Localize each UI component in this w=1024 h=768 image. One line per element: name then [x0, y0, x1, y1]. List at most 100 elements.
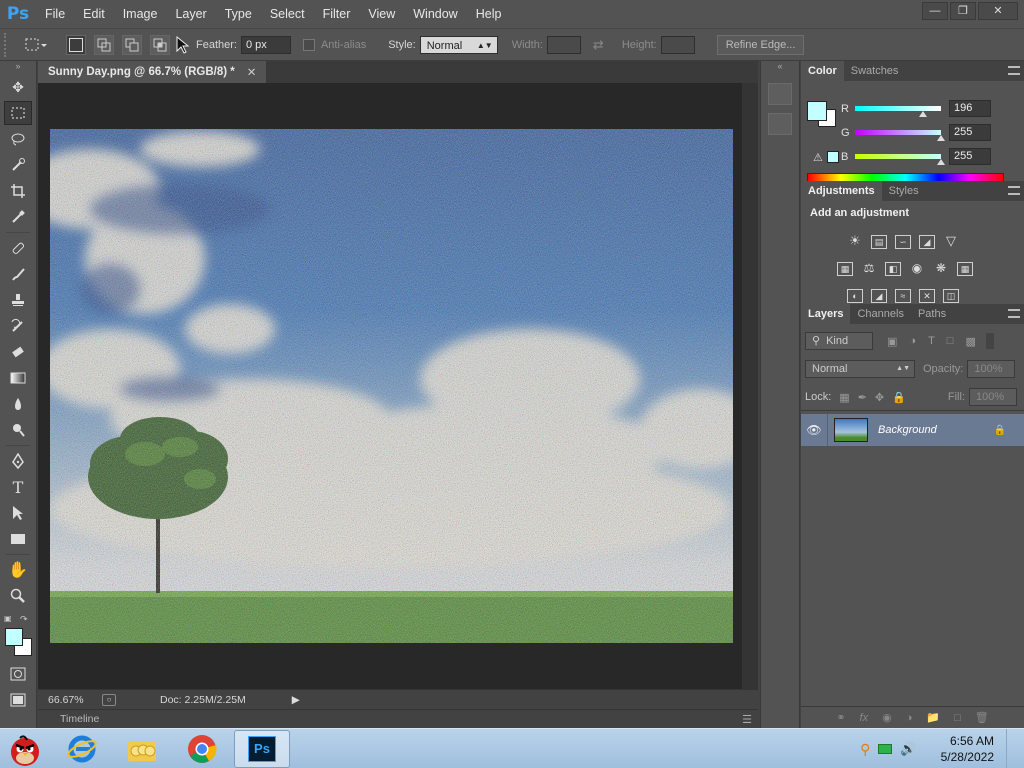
add-mask-icon[interactable]: ◉ — [882, 711, 892, 724]
green-value[interactable]: 255 — [949, 124, 991, 141]
network-tray-icon[interactable] — [878, 744, 893, 754]
exposure-icon[interactable]: ◢ — [919, 235, 935, 249]
out-of-gamut-warning-icon[interactable]: ⚠ — [813, 151, 823, 164]
black-white-icon[interactable]: ◧ — [885, 262, 901, 276]
clock[interactable]: 6:56 AM 5/28/2022 — [941, 733, 994, 765]
tab-paths[interactable]: Paths — [911, 304, 953, 324]
lock-all-icon[interactable]: 🔒 — [892, 391, 906, 404]
red-slider-thumb[interactable] — [919, 111, 927, 117]
tab-styles[interactable]: Styles — [882, 181, 926, 201]
type-tool-icon[interactable]: T — [4, 475, 32, 499]
new-layer-icon[interactable]: □ — [954, 712, 961, 724]
threshold-icon[interactable]: ≈ — [895, 289, 911, 303]
levels-icon[interactable]: ▤ — [871, 235, 887, 249]
hand-tool-icon[interactable]: ✋ — [4, 558, 32, 582]
menu-file[interactable]: File — [36, 0, 74, 28]
quick-mask-icon[interactable] — [4, 662, 32, 686]
layer-style-fx-icon[interactable]: fx — [860, 712, 869, 724]
tab-layers[interactable]: Layers — [801, 304, 851, 324]
swap-dimensions-icon[interactable]: ⇄ — [593, 37, 604, 53]
menu-layer[interactable]: Layer — [166, 0, 215, 28]
menu-edit[interactable]: Edit — [74, 0, 114, 28]
subtract-selection-icon[interactable] — [122, 34, 142, 55]
blue-value[interactable]: 255 — [949, 148, 991, 165]
type-layer-filter-icon[interactable]: T — [928, 335, 935, 347]
height-input[interactable] — [660, 35, 695, 54]
volume-icon[interactable]: 🔊 — [900, 741, 916, 757]
layer-kind-filter[interactable]: ⚲ Kind — [805, 332, 873, 350]
posterize-icon[interactable]: ◢ — [871, 289, 887, 303]
crop-tool-icon[interactable] — [4, 179, 32, 203]
delete-layer-icon[interactable]: 🗑 — [975, 711, 989, 724]
menu-help[interactable]: Help — [467, 0, 511, 28]
eyedropper-tool-icon[interactable] — [4, 205, 32, 229]
expand-panels-icon[interactable]: « — [761, 61, 799, 71]
internet-explorer-icon[interactable] — [54, 730, 110, 768]
search-tray-icon[interactable]: ⚲ — [860, 741, 870, 758]
menu-select[interactable]: Select — [261, 0, 314, 28]
red-slider[interactable] — [855, 106, 941, 117]
pen-tool-icon[interactable] — [4, 449, 32, 473]
new-selection-icon[interactable] — [66, 34, 86, 55]
red-value[interactable]: 196 — [949, 100, 991, 117]
lock-position-icon[interactable]: ✥ — [875, 391, 884, 404]
document-image[interactable] — [50, 129, 733, 643]
feather-input[interactable]: 0 px — [240, 35, 291, 54]
menu-window[interactable]: Window — [404, 0, 466, 28]
new-adjustment-layer-icon[interactable]: ◑ — [906, 712, 913, 724]
brush-tool-icon[interactable] — [4, 262, 32, 286]
gradient-map-icon[interactable]: ✕ — [919, 289, 935, 303]
antialias-checkbox[interactable] — [302, 38, 315, 51]
canvas-viewport[interactable] — [38, 83, 742, 689]
layer-row-background[interactable]: 👁 Background 🔒 — [801, 414, 1024, 446]
swap-colors-icon[interactable]: ↷ — [20, 614, 28, 625]
collapse-toolbar-icon[interactable]: » — [0, 61, 36, 73]
smart-object-filter-icon[interactable]: ▩ — [965, 335, 975, 348]
foreground-color-swatch[interactable] — [5, 628, 23, 646]
blur-tool-icon[interactable] — [4, 392, 32, 416]
show-desktop-button[interactable] — [1006, 729, 1016, 768]
properties-panel-icon[interactable] — [768, 113, 792, 135]
color-balance-icon[interactable]: ⚖ — [861, 262, 877, 276]
spot-healing-brush-tool-icon[interactable] — [4, 236, 32, 260]
minimize-icon[interactable]: — — [922, 2, 948, 20]
link-layers-icon[interactable]: ⚭ — [836, 711, 845, 724]
restore-icon[interactable]: ❐ — [950, 2, 976, 20]
panel-menu-icon[interactable] — [1008, 309, 1020, 318]
green-slider[interactable] — [855, 130, 945, 141]
tab-swatches[interactable]: Swatches — [844, 61, 906, 81]
rectangular-marquee-tool-icon[interactable] — [4, 101, 32, 125]
new-group-icon[interactable]: 📁 — [926, 711, 940, 724]
quick-selection-tool-icon[interactable] — [4, 153, 32, 177]
channel-mixer-icon[interactable]: ❋ — [933, 262, 949, 276]
intersect-selection-icon[interactable] — [150, 34, 170, 55]
close-tab-icon[interactable]: ✕ — [247, 65, 257, 79]
eraser-tool-icon[interactable] — [4, 340, 32, 364]
clone-stamp-tool-icon[interactable] — [4, 288, 32, 312]
opacity-input[interactable]: 100% — [967, 360, 1016, 378]
curves-icon[interactable]: ∽ — [895, 235, 911, 249]
menu-view[interactable]: View — [359, 0, 404, 28]
lasso-tool-icon[interactable] — [4, 127, 32, 151]
lock-transparent-pixels-icon[interactable]: ▦ — [839, 391, 849, 404]
tool-preset-picker[interactable] — [22, 35, 48, 55]
lock-image-pixels-icon[interactable]: ✒ — [858, 391, 867, 404]
filter-toggle-icon[interactable] — [985, 333, 994, 349]
shape-layer-filter-icon[interactable]: □ — [947, 335, 954, 347]
zoom-level[interactable]: 66.67% — [48, 694, 94, 706]
invert-icon[interactable]: ◐ — [847, 289, 863, 303]
add-selection-icon[interactable] — [94, 34, 114, 55]
style-select[interactable]: Normal ▲▼ — [419, 35, 498, 54]
menu-type[interactable]: Type — [216, 0, 261, 28]
zoom-tool-icon[interactable] — [4, 584, 32, 608]
default-colors-icon[interactable]: ▣ — [4, 614, 12, 623]
menu-image[interactable]: Image — [114, 0, 167, 28]
width-input[interactable] — [546, 35, 581, 54]
document-tab[interactable]: Sunny Day.png @ 66.7% (RGB/8) * ✕ — [38, 61, 267, 83]
options-bar-grip[interactable] — [4, 32, 12, 57]
gradient-tool-icon[interactable] — [4, 366, 32, 390]
pixel-layer-filter-icon[interactable]: ▣ — [887, 335, 897, 348]
panel-menu-icon[interactable] — [1008, 66, 1020, 75]
adjustment-layer-filter-icon[interactable]: ◑ — [909, 335, 916, 347]
path-selection-tool-icon[interactable] — [4, 501, 32, 525]
